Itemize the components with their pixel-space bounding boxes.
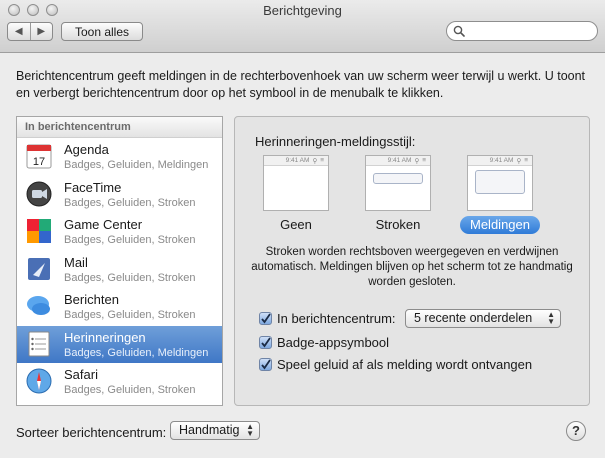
app-item-agenda[interactable]: 17 Agenda Badges, Geluiden, Meldingen [17, 138, 222, 176]
badge-option: Badge-appsymbool [259, 335, 389, 350]
alert-style-description: Stroken worden rechtsboven weergegeven e… [251, 246, 573, 288]
thumb-list-icon: ≡ [422, 157, 426, 164]
safari-icon [25, 367, 53, 395]
sort-value: Handmatig [179, 423, 240, 437]
recent-items-select[interactable]: 5 recente onderdelen ▲ ▼ [405, 309, 561, 328]
app-list-header: In berichtencentrum [17, 117, 222, 138]
thumb-time: 9:41 AM [387, 157, 412, 164]
back-arrow-icon: ◀ [14, 26, 23, 37]
app-list: In berichtencentrum 17 Agenda Badges, Ge… [16, 116, 223, 406]
help-icon: ? [572, 423, 580, 438]
app-item-game-center[interactable]: Game Center Badges, Geluiden, Stroken [17, 213, 222, 251]
game-center-icon [25, 217, 53, 245]
back-button[interactable]: ◀ [8, 23, 30, 40]
app-name: Agenda [64, 142, 109, 157]
show-all-button[interactable]: Toon alles [61, 22, 143, 41]
thumb-time: 9:41 AM [285, 157, 310, 164]
checkmark-icon [261, 359, 271, 370]
app-subtitle: Badges, Geluiden, Stroken [64, 309, 196, 321]
app-name: Herinneringen [64, 329, 146, 345]
app-name: Safari [64, 367, 98, 382]
mail-icon [25, 255, 53, 283]
app-subtitle: Badges, Geluiden, Meldingen [64, 159, 209, 171]
forward-arrow-icon: ▶ [37, 26, 46, 37]
facetime-icon [25, 180, 53, 208]
app-subtitle: Badges, Geluiden, Stroken [64, 234, 196, 246]
thumb-time: 9:41 AM [489, 157, 514, 164]
show-in-center-option: In berichtencentrum: [259, 311, 396, 326]
app-name: Berichten [64, 292, 119, 307]
app-item-mail[interactable]: Mail Badges, Geluiden, Stroken [17, 251, 222, 289]
sort-select[interactable]: Handmatig ▲ ▼ [170, 421, 260, 440]
app-subtitle: Badges, Geluiden, Stroken [64, 384, 196, 396]
badge-checkbox[interactable] [259, 336, 272, 349]
messages-icon [25, 292, 53, 320]
help-button[interactable]: ? [566, 421, 586, 441]
intro-text: Berichtencentrum geeft meldingen in de r… [16, 69, 586, 100]
sort-label: Sorteer berichtencentrum: [16, 425, 167, 440]
app-name: Mail [64, 254, 88, 270]
thumb-menubar: 9:41 AM ⚲ ≡ [468, 156, 532, 166]
notification-settings-panel: Herinneringen-meldingsstijl: 9:41 AM ⚲ ≡ 9… [234, 116, 590, 406]
style-option-banners[interactable]: 9:41 AM ⚲ ≡ [365, 155, 431, 211]
nav-buttons: ◀ ▶ [7, 22, 53, 41]
chevron-updown-icon: ▲ ▼ [547, 310, 555, 326]
svg-text:17: 17 [33, 156, 45, 168]
thumb-alert [475, 170, 525, 194]
sound-label: Speel geluid af als melding wordt ontvan… [277, 357, 533, 372]
app-subtitle: Badges, Geluiden, Meldingen [64, 346, 209, 359]
app-item-facetime[interactable]: FaceTime Badges, Geluiden, Stroken [17, 176, 222, 214]
chevron-updown-icon: ▲ ▼ [246, 422, 254, 438]
app-name: FaceTime [64, 179, 122, 195]
style-caption-banners[interactable]: Stroken [358, 217, 438, 232]
app-item-herinneringen[interactable]: Herinneringen Badges, Geluiden, Meldinge… [17, 325, 222, 363]
app-item-safari[interactable]: Safari Badges, Geluiden, Stroken [17, 363, 222, 401]
sound-option: Speel geluid af als melding wordt ontvan… [259, 357, 532, 372]
thumb-search-icon: ⚲ [516, 157, 522, 165]
app-subtitle: Badges, Geluiden, Stroken [64, 271, 196, 284]
sound-checkbox[interactable] [259, 358, 272, 371]
thumb-search-icon: ⚲ [414, 157, 420, 165]
recent-items-value: 5 recente onderdelen [414, 311, 533, 325]
app-name: Game Center [64, 217, 143, 232]
search-icon [453, 25, 465, 37]
window-toolbar: Berichtgeving ◀ ▶ Toon alles [0, 0, 605, 53]
search-input[interactable] [446, 21, 598, 41]
style-caption-alerts[interactable]: Meldingen [460, 216, 540, 234]
checkmark-icon [261, 313, 271, 324]
app-subtitle: Badges, Geluiden, Stroken [64, 196, 196, 209]
alert-style-label: Herinneringen-meldingsstijl: [255, 134, 416, 149]
style-caption-none[interactable]: Geen [256, 217, 336, 232]
thumb-banner [373, 173, 423, 184]
thumb-menubar: 9:41 AM ⚲ ≡ [366, 156, 430, 166]
badge-label: Badge-appsymbool [277, 335, 390, 350]
reminders-icon [25, 330, 53, 358]
thumb-list-icon: ≡ [524, 157, 528, 164]
thumb-menubar: 9:41 AM ⚲ ≡ [264, 156, 328, 166]
calendar-icon: 17 [25, 142, 53, 170]
thumb-search-icon: ⚲ [312, 157, 318, 165]
app-item-berichten[interactable]: Berichten Badges, Geluiden, Stroken [17, 288, 222, 326]
window-title: Berichtgeving [263, 3, 342, 18]
checkmark-icon [261, 337, 271, 348]
style-option-none[interactable]: 9:41 AM ⚲ ≡ [263, 155, 329, 211]
show-in-center-checkbox[interactable] [259, 312, 272, 325]
forward-button[interactable]: ▶ [29, 23, 53, 40]
thumb-list-icon: ≡ [320, 157, 324, 164]
show-in-center-label: In berichtencentrum: [277, 311, 396, 326]
style-option-alerts[interactable]: 9:41 AM ⚲ ≡ [467, 155, 533, 211]
